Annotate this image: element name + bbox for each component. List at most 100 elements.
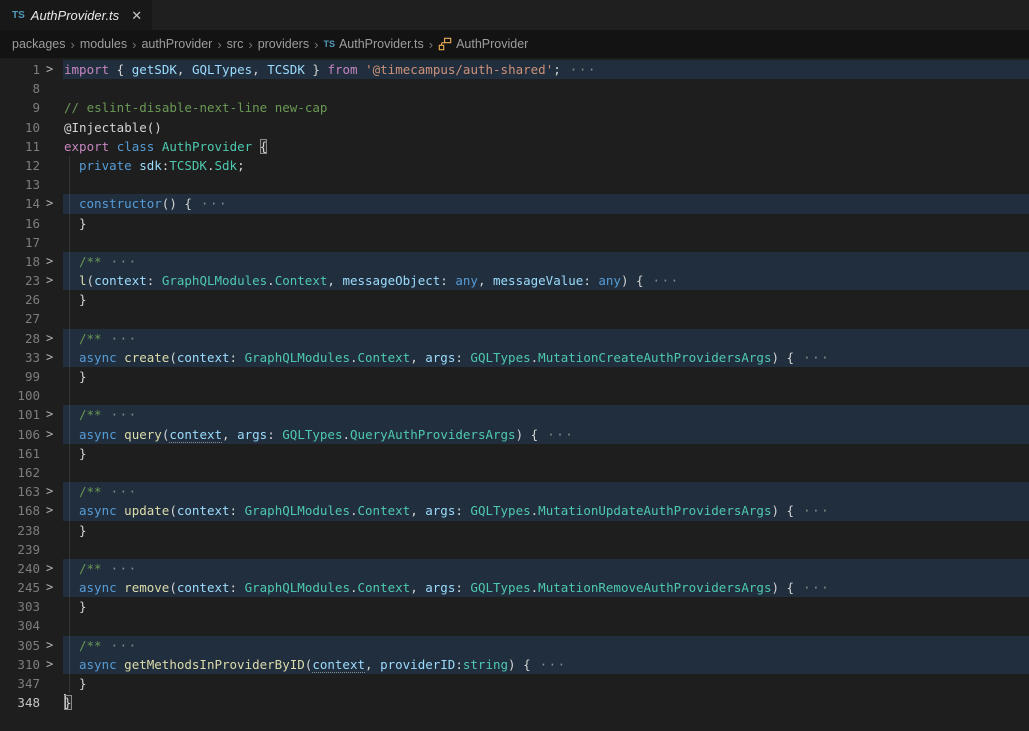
code-line-14[interactable]: 14>constructor() { ··· (0, 194, 1029, 213)
fold-chevron-icon[interactable]: > (46, 559, 53, 578)
fold-chevron-icon[interactable]: > (46, 636, 53, 655)
line-number[interactable]: 161 (0, 444, 40, 463)
code-editor[interactable]: 1 > import { getSDK, GQLTypes, TCSDK } fro… (0, 58, 1029, 731)
code-line-content[interactable]: async getMethodsInProviderByID(context, … (63, 655, 1029, 674)
line-number[interactable]: 23 (0, 271, 40, 290)
line-number[interactable]: 10 (0, 118, 40, 137)
line-number[interactable]: 27 (0, 309, 40, 328)
line-number[interactable]: 13 (0, 175, 40, 194)
line-number[interactable]: 12 (0, 156, 40, 175)
code-line-238[interactable]: 238} (0, 521, 1029, 540)
line-number[interactable]: 11 (0, 137, 40, 156)
code-line-content[interactable] (63, 386, 1029, 405)
code-line-content[interactable]: } (63, 290, 1029, 309)
line-number[interactable]: 26 (0, 290, 40, 309)
line-number[interactable]: 106 (0, 425, 40, 444)
fold-chevron-icon[interactable]: > (46, 194, 53, 213)
line-number[interactable]: 238 (0, 521, 40, 540)
code-line-16[interactable]: 16} (0, 214, 1029, 233)
code-line-27[interactable]: 27 (0, 309, 1029, 328)
line-number[interactable]: 348 (0, 693, 40, 712)
line-number[interactable]: 9 (0, 98, 40, 117)
code-line-content[interactable]: async create(context: GraphQLModules.Con… (63, 348, 1029, 367)
code-line-18[interactable]: 18 > /** ··· (0, 252, 1029, 271)
code-line-content[interactable] (63, 463, 1029, 482)
breadcrumb-item-authprovider[interactable]: AuthProvider (438, 37, 528, 51)
code-line-content[interactable]: export class AuthProvider { (63, 137, 1029, 156)
code-line-content[interactable] (63, 616, 1029, 635)
code-line-content[interactable]: async update(context: GraphQLModules.Con… (63, 501, 1029, 520)
code-line-99[interactable]: 99} (0, 367, 1029, 386)
line-number[interactable]: 33 (0, 348, 40, 367)
code-line-content[interactable]: // eslint-disable-next-line new-cap (63, 98, 1029, 117)
fold-chevron-icon[interactable]: > (46, 405, 53, 424)
breadcrumb-item-authprovider[interactable]: authProvider (141, 37, 212, 51)
close-icon[interactable]: ✕ (131, 9, 142, 22)
code-line-12[interactable]: 12 private sdk:TCSDK.Sdk; (0, 156, 1029, 175)
code-line-content[interactable]: async remove(context: GraphQLModules.Con… (63, 578, 1029, 597)
code-line-content[interactable]: private sdk:TCSDK.Sdk; (63, 156, 1029, 175)
code-line-348[interactable]: 348} (0, 693, 1029, 712)
line-number[interactable]: 1 (0, 60, 40, 79)
fold-chevron-icon[interactable]: > (46, 578, 53, 597)
code-line-content[interactable] (63, 540, 1029, 559)
code-line-9[interactable]: 9 // eslint-disable-next-line new-cap (0, 98, 1029, 117)
line-number[interactable]: 303 (0, 597, 40, 616)
line-number[interactable]: 239 (0, 540, 40, 559)
fold-chevron-icon[interactable]: > (46, 271, 53, 290)
code-line-content[interactable] (63, 175, 1029, 194)
code-line-100[interactable]: 100 (0, 386, 1029, 405)
line-number[interactable]: 310 (0, 655, 40, 674)
code-line-content[interactable]: l(context: GraphQLModules.Context, messa… (63, 271, 1029, 290)
code-line-content[interactable]: /** ··· (63, 329, 1029, 348)
code-line-10[interactable]: 10 @Injectable() (0, 118, 1029, 137)
code-line-305[interactable]: 305 > /** ··· (0, 636, 1029, 655)
code-line-163[interactable]: 163 > /** ··· (0, 482, 1029, 501)
code-line-240[interactable]: 240>/** ··· (0, 559, 1029, 578)
breadcrumb-item-packages[interactable]: packages (12, 37, 66, 51)
line-number[interactable]: 18 (0, 252, 40, 271)
code-line-168[interactable]: 168 > async update(context: GraphQLModules… (0, 501, 1029, 520)
breadcrumb-item-providers[interactable]: providers (258, 37, 309, 51)
code-line-161[interactable]: 161} (0, 444, 1029, 463)
breadcrumb-item-src[interactable]: src (227, 37, 244, 51)
code-line-content[interactable]: import { getSDK, GQLTypes, TCSDK } from … (63, 60, 1029, 79)
fold-chevron-icon[interactable]: > (46, 501, 53, 520)
line-number[interactable]: 17 (0, 233, 40, 252)
fold-chevron-icon[interactable]: > (46, 348, 53, 367)
code-line-310[interactable]: 310 > async getMethodsInProviderByID(conte… (0, 655, 1029, 674)
fold-chevron-icon[interactable]: > (46, 482, 53, 501)
line-number[interactable]: 347 (0, 674, 40, 693)
line-number[interactable]: 305 (0, 636, 40, 655)
code-line-content[interactable]: /** ··· (63, 636, 1029, 655)
line-number[interactable]: 101 (0, 405, 40, 424)
code-line-content[interactable]: async query(context, args: GQLTypes.Quer… (63, 425, 1029, 444)
code-line-content[interactable]: @Injectable() (63, 118, 1029, 137)
line-number[interactable]: 162 (0, 463, 40, 482)
fold-chevron-icon[interactable]: > (46, 329, 53, 348)
code-line-8[interactable]: 8 (0, 79, 1029, 98)
code-line-content[interactable]: /** ··· (63, 482, 1029, 501)
code-line-content[interactable]: } (63, 444, 1029, 463)
code-line-content[interactable]: } (63, 367, 1029, 386)
code-line-239[interactable]: 239 (0, 540, 1029, 559)
code-line-1[interactable]: 1>import { getSDK, GQLTypes, TCSDK } fro… (0, 60, 1029, 79)
code-line-content[interactable] (63, 233, 1029, 252)
code-line-content[interactable]: } (63, 214, 1029, 233)
breadcrumb-item-authprovider-ts[interactable]: TSAuthProvider.ts (323, 37, 423, 51)
line-number[interactable]: 100 (0, 386, 40, 405)
code-line-347[interactable]: 347} (0, 674, 1029, 693)
code-line-101[interactable]: 101>/** ··· (0, 405, 1029, 424)
line-number[interactable]: 168 (0, 501, 40, 520)
fold-chevron-icon[interactable]: > (46, 252, 53, 271)
code-line-content[interactable]: constructor() { ··· (63, 194, 1029, 213)
code-line-content[interactable]: } (63, 521, 1029, 540)
line-number[interactable]: 16 (0, 214, 40, 233)
line-number[interactable]: 28 (0, 329, 40, 348)
code-line-13[interactable]: 13 (0, 175, 1029, 194)
code-line-content[interactable]: /** ··· (63, 252, 1029, 271)
code-line-33[interactable]: 33 > async create(context: GraphQLModules.… (0, 348, 1029, 367)
code-line-11[interactable]: 11 export class AuthProvider { (0, 137, 1029, 156)
line-number[interactable]: 163 (0, 482, 40, 501)
fold-chevron-icon[interactable]: > (46, 655, 53, 674)
